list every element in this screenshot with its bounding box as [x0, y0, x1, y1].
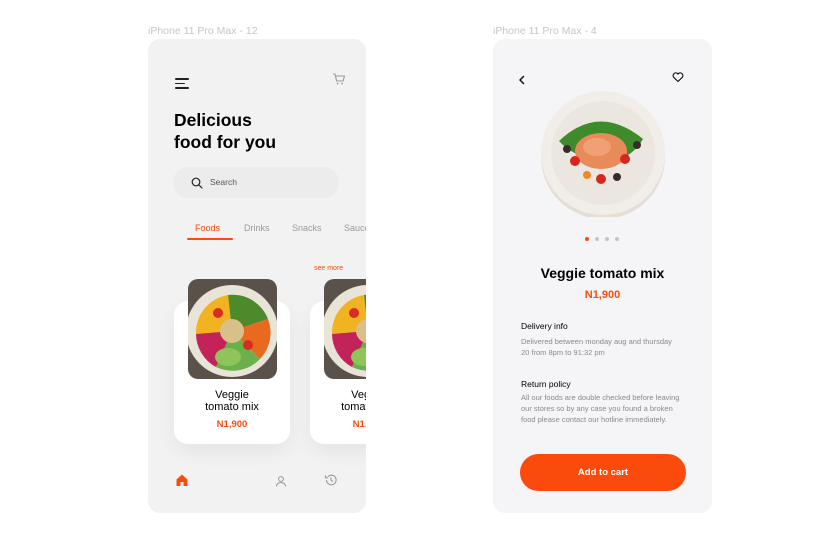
search-placeholder: Search [210, 177, 237, 187]
carousel-dot[interactable] [595, 237, 599, 241]
tab-foods[interactable]: Foods [195, 223, 220, 233]
home-icon[interactable] [175, 473, 189, 492]
search-icon [191, 176, 203, 194]
carousel-dot-active[interactable] [585, 237, 589, 241]
food-price: N1,900 [584, 289, 621, 301]
return-policy-title: Return policy [521, 379, 571, 389]
frame-label-left: iPhone 11 Pro Max - 12 [148, 25, 258, 37]
search-input[interactable]: Search [173, 167, 339, 198]
food-price: N1,900 [352, 419, 366, 430]
food-name-line-2: tomato mix [341, 401, 366, 413]
delivery-info-body: Delivered between monday aug and thursda… [521, 337, 672, 357]
food-name-line-1: Veggie [215, 389, 249, 401]
page-title: Delicious food for you [174, 109, 276, 153]
tab-drinks[interactable]: Drinks [244, 223, 270, 233]
food-image [324, 279, 366, 379]
frame-label-right: iPhone 11 Pro Max - 4 [493, 25, 597, 37]
menu-icon[interactable] [175, 78, 189, 92]
back-icon[interactable] [517, 72, 527, 90]
heart-icon[interactable] [672, 70, 684, 88]
food-name: Veggie tomato mix [540, 265, 665, 281]
food-name: Veggie tomato mix [310, 389, 366, 413]
carousel-dot[interactable] [615, 237, 619, 241]
history-icon[interactable] [324, 473, 338, 492]
tab-snacks[interactable]: Snacks [292, 223, 322, 233]
delivery-info-title: Delivery info [521, 321, 568, 331]
add-to-cart-button[interactable]: Add to cart [520, 454, 686, 491]
food-price: N1,900 [216, 419, 248, 430]
detail-screen: Veggie tomato mix N1,900 Delivery info D… [493, 39, 712, 513]
active-tab-indicator [187, 238, 233, 240]
title-line-1: Delicious [174, 110, 252, 130]
return-policy-body: All our foods are double checked before … [521, 393, 680, 424]
cart-icon[interactable] [332, 72, 346, 91]
food-name-line-2: tomato mix [205, 401, 259, 413]
food-image [188, 279, 277, 379]
food-name: Veggie tomato mix [174, 389, 290, 413]
food-name-line-1: Veggie [351, 389, 366, 401]
food-image [539, 89, 667, 222]
tab-sauce[interactable]: Sauce [344, 223, 366, 233]
user-icon[interactable] [275, 474, 287, 492]
see-more-link[interactable]: see more [314, 265, 343, 272]
home-screen: Delicious food for you Search Foods Drin… [148, 39, 366, 513]
carousel-dot[interactable] [605, 237, 609, 241]
title-line-2: food for you [174, 132, 277, 152]
